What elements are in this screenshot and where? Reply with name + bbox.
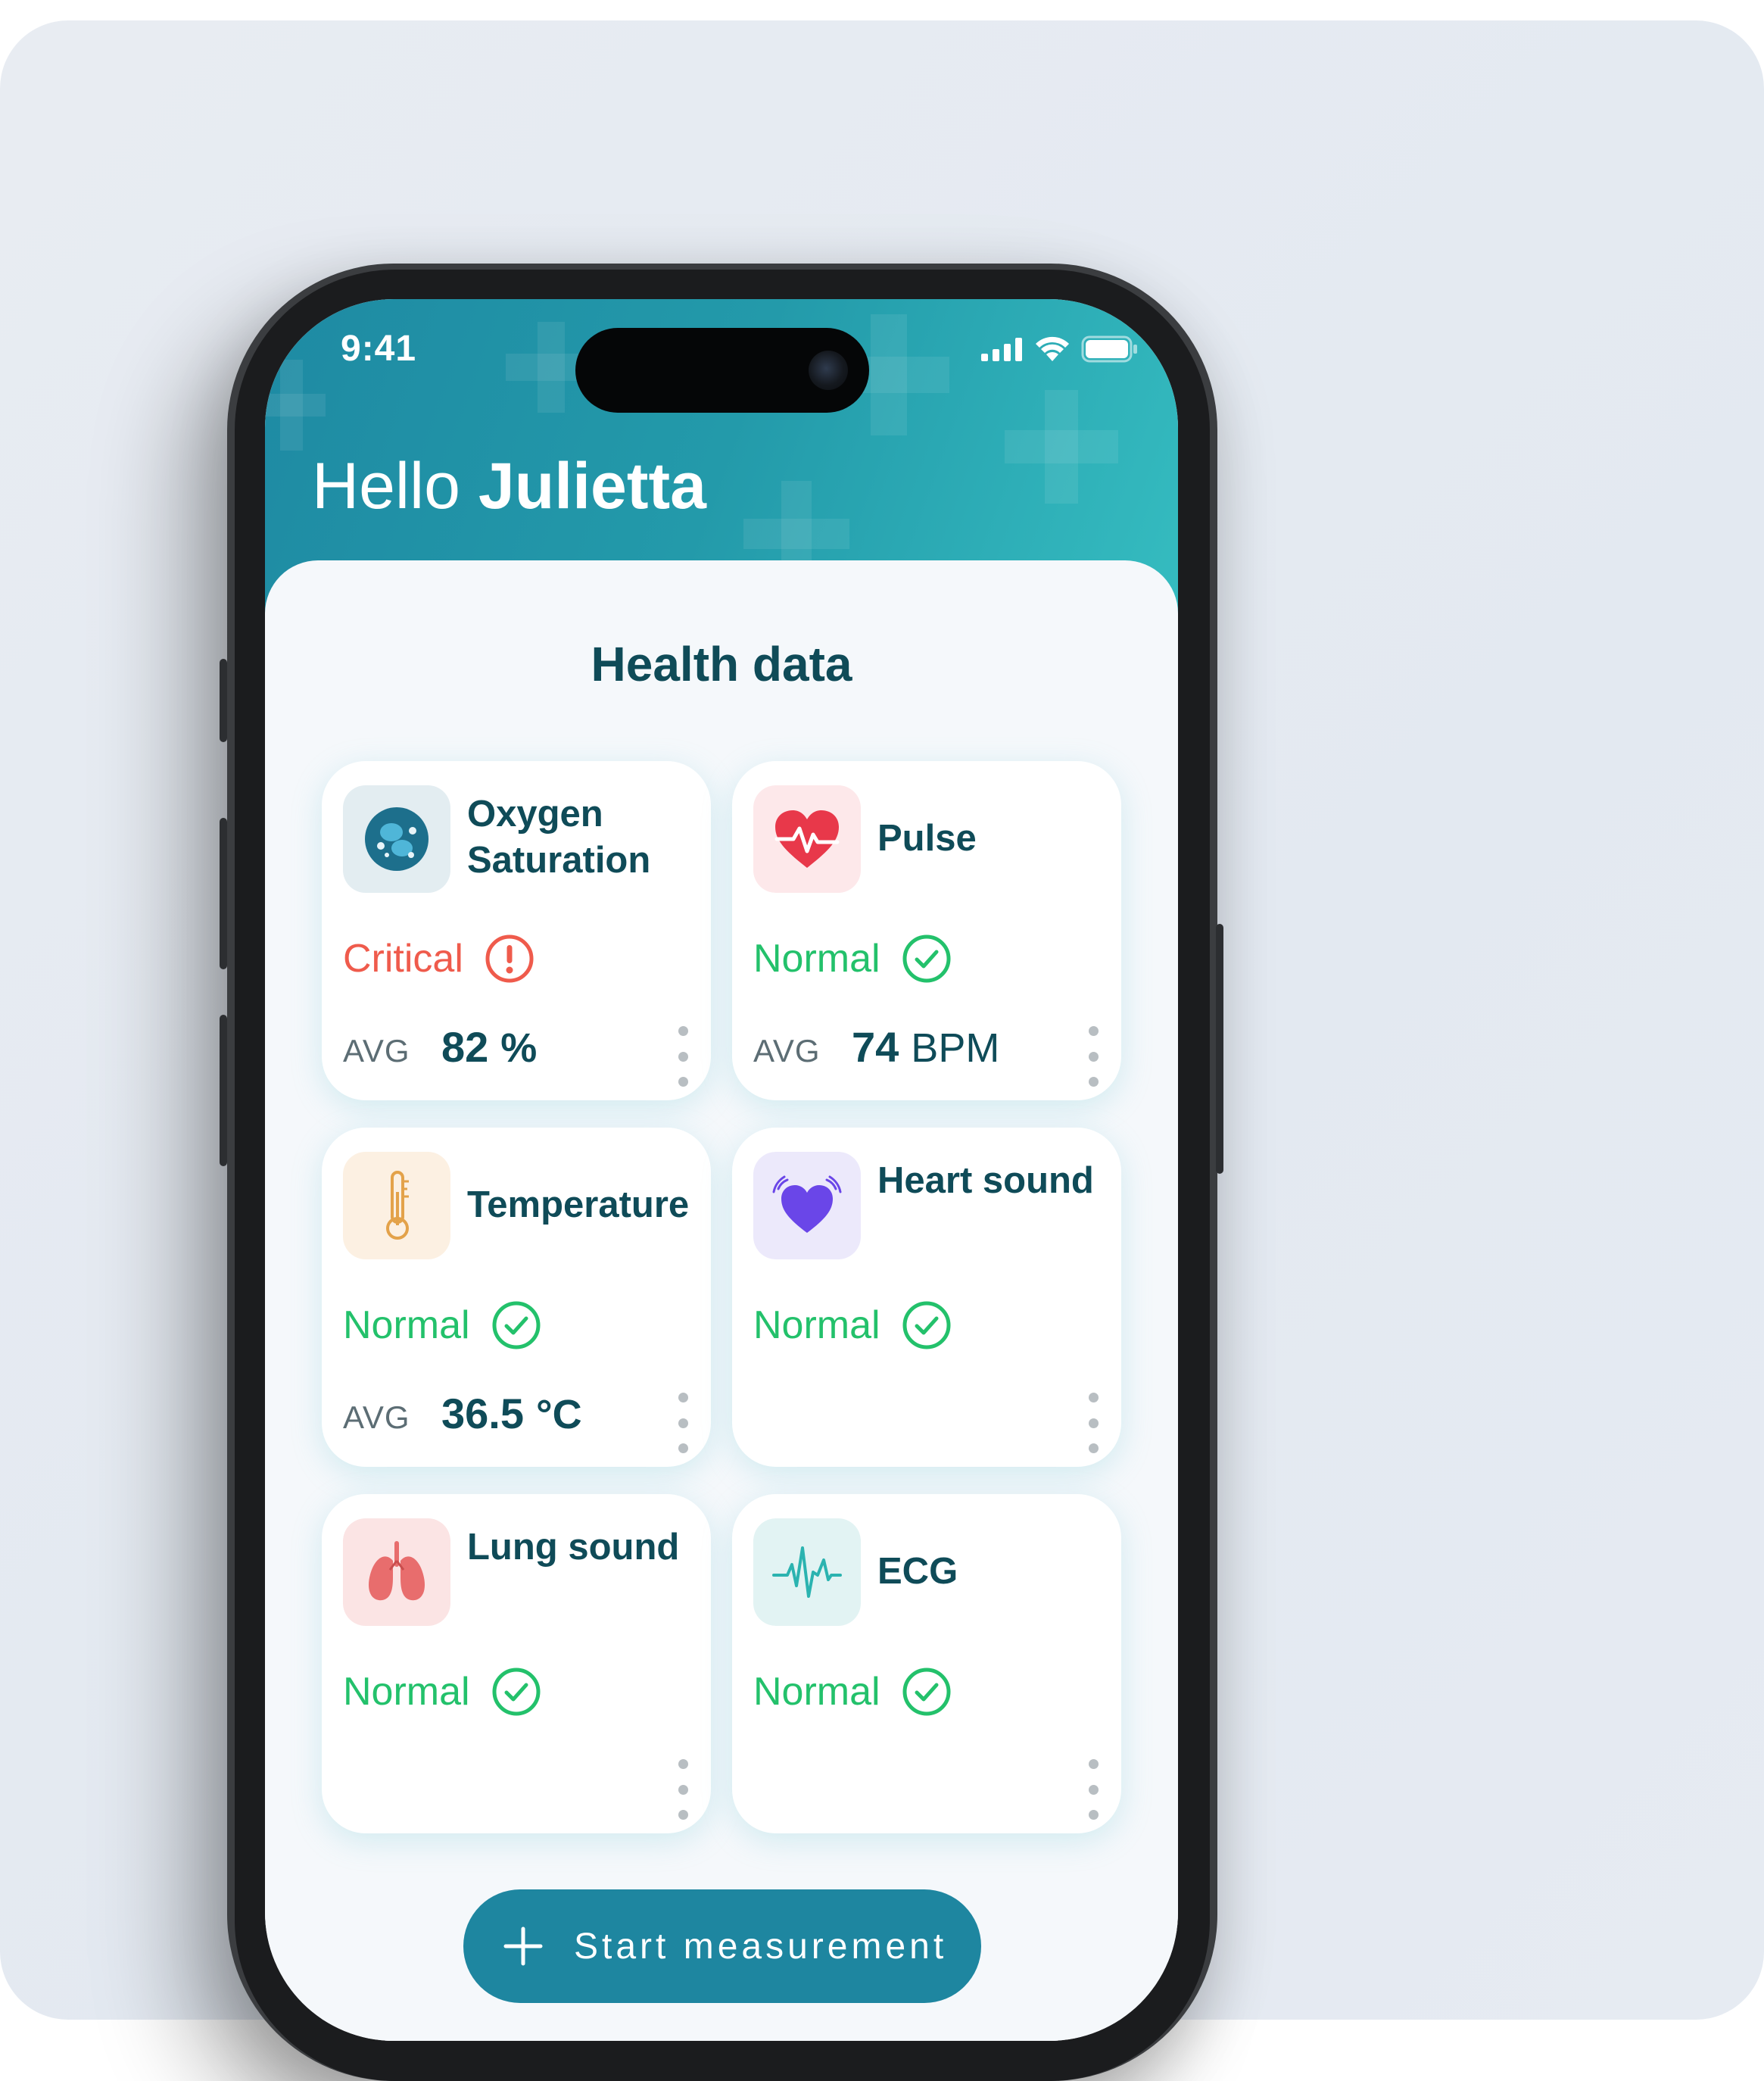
avg-value: 74 <box>852 1023 899 1071</box>
decor-cross <box>743 519 849 549</box>
card-title: ECG <box>877 1551 958 1592</box>
status-text: Normal <box>753 937 880 981</box>
check-circle-icon <box>902 1301 951 1349</box>
phone-side-button <box>220 659 227 742</box>
card-title: Heart sound <box>877 1160 1094 1201</box>
avg-label: AVG <box>343 1033 410 1069</box>
status-text: Normal <box>753 1670 880 1714</box>
status-icons <box>981 335 1139 363</box>
phone-side-button <box>220 818 227 969</box>
phone-side-button <box>220 1015 227 1166</box>
card-status: Normal <box>753 1667 952 1717</box>
wifi-icon <box>1036 336 1069 361</box>
card-status: Normal <box>753 934 952 984</box>
health-card-oxygen-saturation[interactable]: Oxygen Saturation Critical AVG 82 % <box>322 761 711 1100</box>
card-title: Lung sound <box>467 1527 680 1568</box>
decor-cross <box>265 394 326 417</box>
avg-value: 36.5 <box>441 1390 524 1437</box>
cellular-signal-icon <box>981 338 1022 361</box>
check-circle-icon <box>492 1301 541 1349</box>
card-status: Critical <box>343 934 534 984</box>
icon-tile <box>343 1518 450 1626</box>
health-card-pulse[interactable]: Pulse Normal AVG 74 BPM <box>732 761 1121 1100</box>
card-status: Normal <box>753 1300 952 1350</box>
greeting: Hello Julietta <box>312 449 706 524</box>
plus-icon <box>503 1927 543 1966</box>
avg-label: AVG <box>343 1399 410 1435</box>
phone-side-button <box>1216 924 1223 1174</box>
more-options-icon[interactable] <box>672 1026 694 1087</box>
status-text: Normal <box>343 1303 470 1347</box>
ecg-icon <box>772 1546 842 1598</box>
card-title: Oxygen Saturation <box>467 794 651 881</box>
card-title: Temperature <box>467 1184 690 1225</box>
avg-row: AVG 74 BPM <box>753 1022 999 1072</box>
avg-value: 82 <box>441 1023 489 1071</box>
oxygen-molecule-icon <box>365 807 429 871</box>
icon-tile <box>343 1152 450 1259</box>
check-circle-icon <box>902 934 951 983</box>
card-status: Normal <box>343 1667 541 1717</box>
status-text: Normal <box>753 1303 880 1347</box>
check-circle-icon <box>492 1668 541 1716</box>
avg-row: AVG 36.5 °C <box>343 1389 582 1438</box>
avg-unit: BPM <box>911 1025 1000 1071</box>
start-measurement-button[interactable]: Start measurement <box>463 1889 981 2003</box>
icon-tile <box>753 1518 861 1626</box>
more-options-icon[interactable] <box>1082 1026 1105 1087</box>
more-options-icon[interactable] <box>672 1759 694 1820</box>
icon-tile <box>753 785 861 893</box>
avg-unit: % <box>500 1025 538 1071</box>
app-screen: 9:41 Hello Julietta Health data Oxygen S… <box>265 299 1178 2041</box>
lungs-icon <box>368 1541 425 1601</box>
health-card-lung-sound[interactable]: Lung sound Normal <box>322 1494 711 1833</box>
more-options-icon[interactable] <box>1082 1759 1105 1820</box>
status-time: 9:41 <box>341 329 417 369</box>
health-card-ecg[interactable]: ECG Normal <box>732 1494 1121 1833</box>
dynamic-island <box>575 328 869 413</box>
thermometer-icon <box>386 1171 409 1240</box>
check-circle-icon <box>902 1668 951 1716</box>
decor-cross <box>1005 430 1118 463</box>
avg-unit: °C <box>536 1392 582 1437</box>
heart-pulse-icon <box>774 810 840 868</box>
user-name: Julietta <box>478 450 706 523</box>
more-options-icon[interactable] <box>1082 1393 1105 1453</box>
health-card-heart-sound[interactable]: Heart sound Normal <box>732 1128 1121 1467</box>
status-text: Normal <box>343 1670 470 1714</box>
avg-label: AVG <box>753 1033 821 1069</box>
section-title: Health data <box>591 637 852 691</box>
greeting-prefix: Hello <box>312 450 460 523</box>
alert-circle-icon <box>485 934 534 983</box>
health-card-temperature[interactable]: Temperature Normal AVG 36.5 °C <box>322 1128 711 1467</box>
avg-row: AVG 82 % <box>343 1022 537 1072</box>
card-title: Pulse <box>877 818 977 859</box>
icon-tile <box>753 1152 861 1259</box>
battery-icon <box>1081 335 1137 363</box>
card-status: Normal <box>343 1300 541 1350</box>
status-text: Critical <box>343 937 463 981</box>
heart-sound-icon <box>772 1175 842 1233</box>
camera-icon <box>809 351 848 390</box>
icon-tile <box>343 785 450 893</box>
start-measurement-label: Start measurement <box>574 1926 948 1967</box>
more-options-icon[interactable] <box>672 1393 694 1453</box>
